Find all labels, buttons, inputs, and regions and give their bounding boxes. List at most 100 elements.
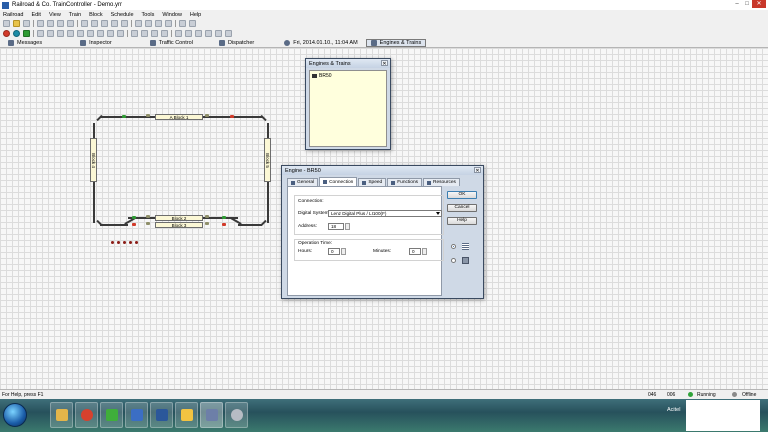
power-icon[interactable] — [13, 30, 20, 37]
close-icon[interactable]: ✕ — [381, 60, 388, 67]
cut-icon[interactable] — [47, 20, 54, 27]
hours-field[interactable]: 0 — [328, 248, 340, 255]
block-right[interactable]: Block 5 — [264, 138, 271, 182]
notification-area[interactable] — [686, 400, 760, 431]
stop-icon[interactable] — [195, 30, 202, 37]
tab-messages[interactable]: Messages — [4, 39, 46, 47]
tab-dispatcher[interactable]: Dispatcher — [215, 39, 258, 47]
hours-stepper[interactable] — [341, 248, 346, 255]
minimize-button[interactable]: – — [732, 0, 742, 8]
track-segment[interactable] — [96, 219, 103, 227]
track-segment[interactable] — [96, 114, 103, 122]
play-icon[interactable] — [175, 30, 182, 37]
menu-window[interactable]: Window — [162, 12, 182, 18]
signal-icon[interactable] — [132, 216, 136, 219]
block-icon[interactable] — [77, 30, 84, 37]
help-button[interactable]: Help — [447, 217, 477, 225]
undo-icon[interactable] — [81, 20, 88, 27]
block-left[interactable]: Block 4 — [90, 138, 97, 182]
contact-icon[interactable] — [97, 30, 104, 37]
view-cards-radio[interactable] — [451, 258, 456, 263]
contact-icon[interactable] — [146, 215, 150, 218]
block-bottom-1[interactable]: Block 2 — [155, 215, 203, 221]
indicator-dot[interactable] — [117, 241, 120, 244]
signal-icon[interactable] — [132, 223, 136, 226]
new-icon[interactable] — [3, 20, 10, 27]
taskbar-chrome[interactable] — [75, 402, 98, 428]
close-icon[interactable]: ✕ — [474, 167, 481, 174]
menu-schedule[interactable]: Schedule — [111, 12, 134, 18]
tab-general[interactable]: General — [287, 178, 319, 186]
taskbar-word[interactable] — [150, 402, 173, 428]
print-icon[interactable] — [37, 20, 44, 27]
copy-icon[interactable] — [57, 20, 64, 27]
tab-functions[interactable]: Functions — [387, 178, 423, 186]
turnout-icon[interactable] — [57, 30, 64, 37]
open-icon[interactable] — [13, 20, 20, 27]
taskbar-app-blue[interactable] — [125, 402, 148, 428]
route-icon[interactable] — [107, 30, 114, 37]
redo-icon[interactable] — [91, 20, 98, 27]
contact-icon[interactable] — [205, 222, 209, 225]
taskbar-app-gray[interactable] — [225, 402, 248, 428]
taskbar-app-yellow[interactable] — [175, 402, 198, 428]
signal-icon[interactable] — [222, 216, 226, 219]
track-segment[interactable] — [238, 224, 262, 226]
contact-icon[interactable] — [146, 114, 150, 117]
minutes-stepper[interactable] — [422, 248, 427, 255]
address-stepper[interactable] — [345, 223, 350, 230]
tab-engines-trains[interactable]: Engines & Trains — [365, 38, 427, 47]
fast-forward-icon[interactable] — [225, 30, 232, 37]
tab-resources[interactable]: Resources — [423, 178, 460, 186]
menu-view[interactable]: View — [49, 12, 61, 18]
clock[interactable]: Fri, 2014.01.10., 11:04 AM — [280, 39, 361, 47]
list-item[interactable]: BR50 — [310, 71, 386, 81]
text-icon[interactable] — [117, 30, 124, 37]
paste-icon[interactable] — [67, 20, 74, 27]
zoom-icon[interactable] — [155, 20, 162, 27]
rotate-icon[interactable] — [111, 20, 118, 27]
operation-icon[interactable] — [161, 30, 168, 37]
engine-icon[interactable] — [151, 30, 158, 37]
taskbar-explorer[interactable] — [50, 402, 73, 428]
signal-icon[interactable] — [222, 223, 226, 226]
taskbar-traincontroller[interactable] — [200, 402, 223, 428]
tools-icon[interactable] — [179, 20, 186, 27]
select-icon[interactable] — [101, 20, 108, 27]
track-segment[interactable] — [260, 114, 267, 122]
track-curve-icon[interactable] — [47, 30, 54, 37]
taskbar-app-green[interactable] — [100, 402, 123, 428]
train-icon[interactable] — [141, 30, 148, 37]
tab-traffic-control[interactable]: Traffic Control — [146, 39, 197, 47]
block-bottom-2[interactable]: Block 3 — [155, 222, 203, 228]
track-straight-icon[interactable] — [37, 30, 44, 37]
signal-icon[interactable] — [67, 30, 74, 37]
menu-tools[interactable]: Tools — [142, 12, 155, 18]
menu-railroad[interactable]: Railroad — [3, 12, 23, 18]
contact-icon[interactable] — [205, 114, 209, 117]
record-icon[interactable] — [205, 30, 212, 37]
tab-connection[interactable]: Connection — [319, 177, 358, 186]
address-field[interactable]: 18 — [328, 223, 344, 230]
indicator-dot[interactable] — [111, 241, 114, 244]
maximize-button[interactable]: □ — [742, 0, 752, 8]
switchboard-icon[interactable] — [135, 20, 142, 27]
signal-icon[interactable] — [230, 115, 234, 118]
menu-train[interactable]: Train — [69, 12, 81, 18]
block-top[interactable]: A Block 1 — [155, 114, 203, 120]
indicator-dot[interactable] — [129, 241, 132, 244]
cancel-button[interactable]: Cancel — [447, 204, 477, 212]
pause-icon[interactable] — [185, 30, 192, 37]
track-segment[interactable] — [260, 219, 267, 227]
window-icon[interactable] — [145, 20, 152, 27]
indicator-dot[interactable] — [123, 241, 126, 244]
step-icon[interactable] — [215, 30, 222, 37]
help-icon[interactable] — [189, 20, 196, 27]
contact-icon[interactable] — [146, 222, 150, 225]
menu-help[interactable]: Help — [190, 12, 201, 18]
ok-button[interactable]: OK — [447, 191, 477, 199]
go-icon[interactable] — [23, 30, 30, 37]
mirror-icon[interactable] — [121, 20, 128, 27]
minutes-field[interactable]: 0 — [409, 248, 421, 255]
contact-icon[interactable] — [205, 215, 209, 218]
